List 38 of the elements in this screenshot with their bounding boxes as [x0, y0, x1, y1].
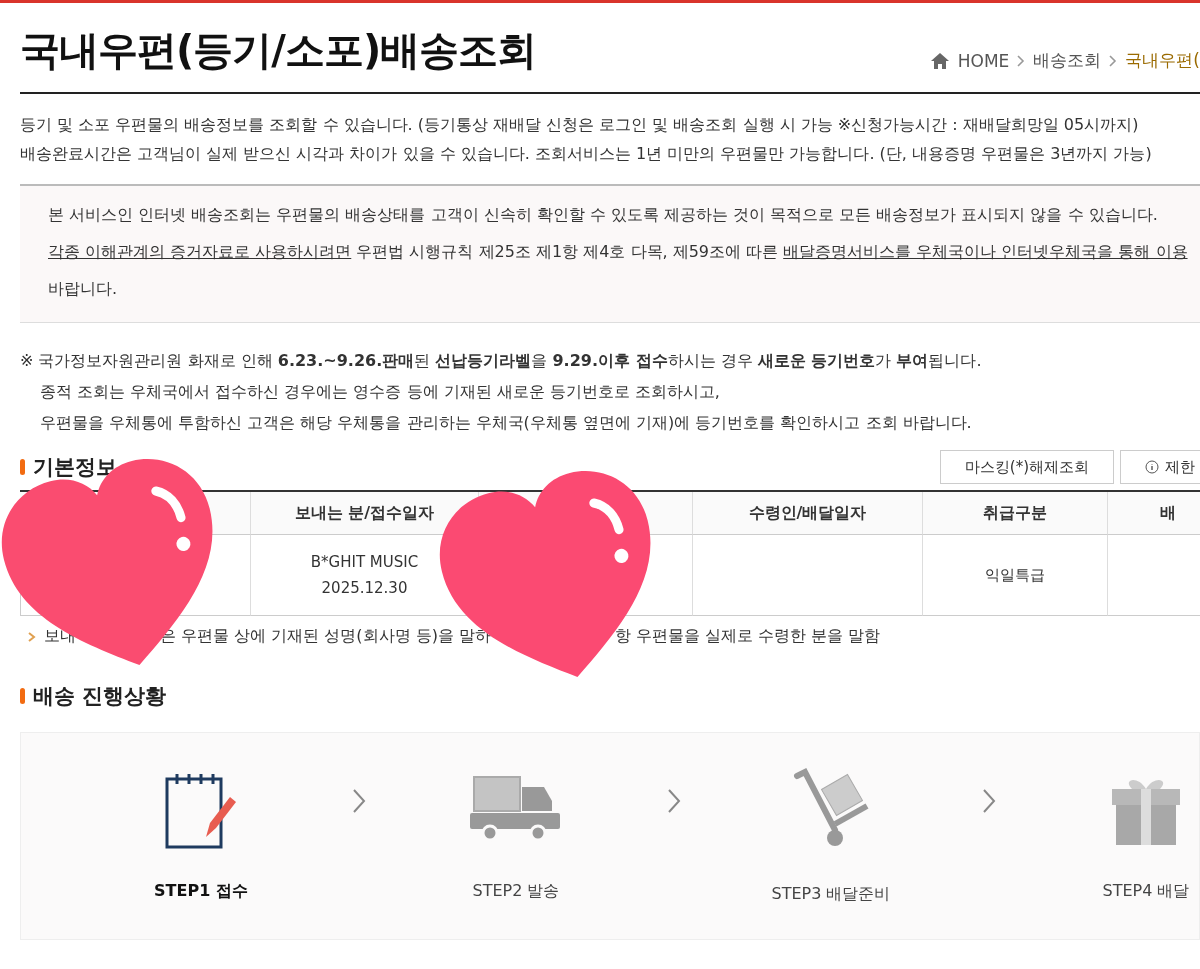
info-icon: [1145, 460, 1159, 474]
alert-text: 우편물을 우체통에 투함하신 고객은 해당 우체통을 관리하는 우체국(우체통 옆면에 기재)에 등기번호를 확인하시고 조회 바랍니다.: [39, 413, 973, 434]
column-header: 보내는 분/접수일자: [250, 492, 478, 535]
step-label: STEP1 접수: [154, 880, 248, 902]
unmask-button[interactable]: 마스킹(*)해제조회: [939, 450, 1114, 484]
section-heading: 기본정보: [33, 454, 117, 481]
alert-text: 종적 조회는 우체국에서 접수하신 경우에는 영수증 등에 기재된 새로운 등기번호로 조회하시고,: [39, 382, 721, 403]
notice-link[interactable]: 배달증명서비스를 우체국이나 인터넷우체국을 통해 이용: [783, 242, 1188, 261]
section-marker: [20, 459, 25, 475]
chevron-right-icon: [981, 788, 996, 814]
column-header: 취급구분: [922, 492, 1107, 535]
column-header: 배: [1107, 492, 1200, 535]
chevron-right-icon: [1017, 54, 1026, 67]
page-title: 국내우편(등기/소포)배송조회: [20, 26, 537, 75]
step-label: STEP2 발송: [472, 880, 560, 902]
section-heading: 배송 진행상황: [33, 683, 167, 710]
description-text: 배송완료시간은 고객님이 실제 받으신 시각과 차이가 있을 수 있습니다. 조회서비스는 1년 미만의 우편물만 가능합니다. (단, 내용증명 우편물은 3년까지 가능): [20, 144, 1153, 165]
column-header: 수령인/배달일자: [692, 492, 922, 535]
limit-button[interactable]: 제한: [1120, 450, 1200, 484]
step-label: STEP3 배달준비: [771, 883, 891, 905]
chevron-right-icon: [666, 788, 681, 814]
breadcrumb-link[interactable]: 국내우편(: [1125, 49, 1200, 72]
home-icon: [929, 51, 950, 70]
notice-link[interactable]: 각종 이해관계의 증거자료로 사용하시려면: [48, 242, 352, 261]
chevron-right-icon: [1109, 54, 1118, 67]
alert-text: ※ 국가정보자원관리원 화재로 인해 6.23.~9.26.판매된 선납등기라벨을 9.29.이후 접수하시는 경우 새로운 등기번호가 부여됩니다.: [20, 351, 983, 372]
section-marker: [20, 688, 25, 704]
notice-text: 바랍니다.: [48, 279, 119, 300]
table-cell: 익일특급: [922, 535, 1107, 616]
chevron-right-icon: [28, 631, 36, 642]
breadcrumb-link[interactable]: 배송조회: [1033, 49, 1102, 72]
note-text: 항 우편물을 실제로 수령한 분을 말함: [615, 626, 881, 647]
step-label: STEP4 배달: [1102, 880, 1190, 902]
chevron-right-icon: [351, 788, 366, 814]
notice-text: 각종 이해관계의 증거자료로 사용하시려면 우편법 시행규칙 제25조 제1항 제4호 다목, 제59조에 따른 배달증명서비스를 우체국이나 인터넷우체국을 통해 이용: [48, 242, 1189, 263]
breadcrumb-link[interactable]: HOME: [957, 50, 1010, 71]
notice-text: 본 서비스인 인터넷 배송조회는 우편물의 배송상태를 고객이 신속히 확인할 수 있도록 제공하는 것이 목적으로 모든 배송정보가 표시되지 않을 수 있습니다.: [48, 205, 1159, 226]
description-text: 등기 및 소포 우편물의 배송정보를 조회할 수 있습니다. (등기통상 재배달 신청은 로그인 및 배송조회 실행 시 가능 ※신청가능시간 : 재배달희망일 05시까지): [20, 115, 1140, 136]
